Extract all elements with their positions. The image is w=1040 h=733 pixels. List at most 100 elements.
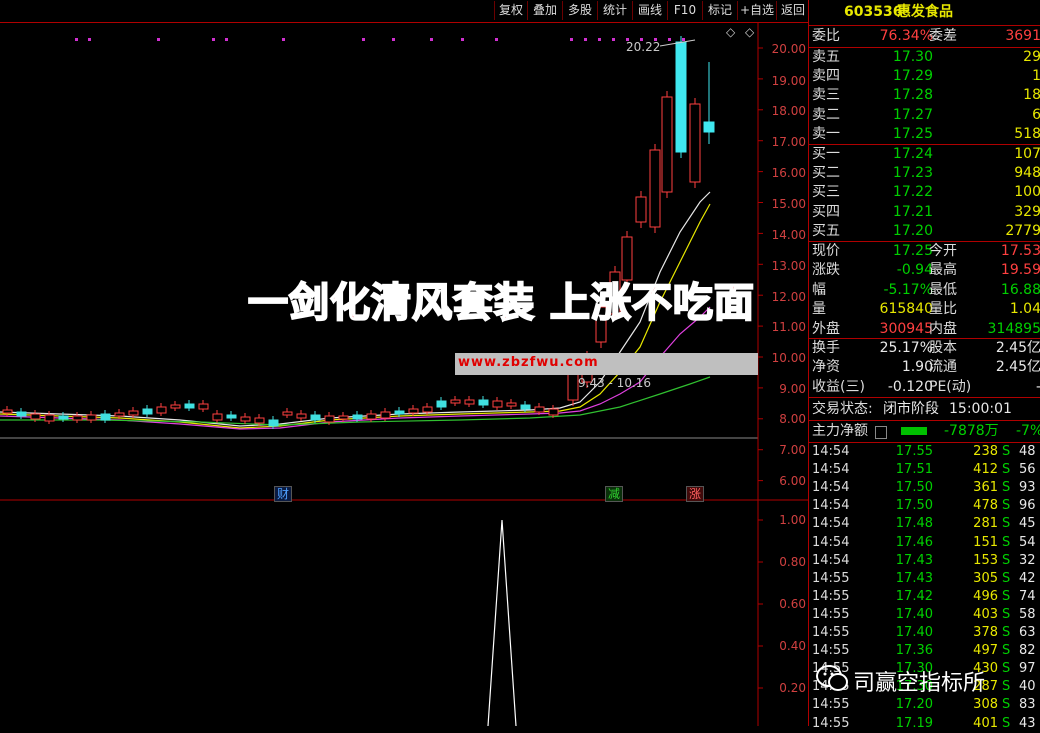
- tick-price: 17.46: [895, 534, 933, 550]
- tick-side: S: [1002, 606, 1011, 622]
- promo-headline: 一剑化清风套装 上涨不吃面: [247, 279, 755, 327]
- tick-row[interactable]: 14:54 17.46 151 S 54: [809, 534, 1040, 552]
- tick-count: 83: [1019, 697, 1036, 713]
- event-tag-reduce[interactable]: 减: [605, 486, 624, 502]
- tick-row[interactable]: 14:55 17.42 496 S 74: [809, 588, 1040, 606]
- f10-button[interactable]: F10: [667, 1, 702, 20]
- tick-time: 14:55: [812, 625, 850, 640]
- quote-label: 内盘: [929, 320, 957, 337]
- candle-body: [240, 416, 251, 422]
- ask-price: 17.25: [892, 125, 933, 142]
- tick-row[interactable]: 14:55 17.40 378 S 63: [809, 624, 1040, 642]
- candle-body: [649, 149, 661, 228]
- tick-count: 96: [1019, 498, 1036, 514]
- price-tick: 11.00: [771, 320, 806, 334]
- ask-row[interactable]: 卖五 17.30 29: [809, 48, 1040, 67]
- candle-body: [128, 410, 139, 416]
- ask-price: 17.28: [892, 87, 933, 104]
- flow-menu-icon[interactable]: [875, 426, 887, 439]
- tick-row[interactable]: 14:54 17.50 478 S 96: [809, 497, 1040, 515]
- quote-value: 300945: [879, 320, 933, 337]
- tick-volume: 401: [973, 715, 998, 731]
- draw-line-button[interactable]: 画线: [632, 1, 667, 20]
- quote-label: 外盘: [812, 320, 840, 337]
- candle-body: [2, 409, 13, 414]
- ask-row[interactable]: 卖三 17.28 18: [809, 86, 1040, 105]
- order-ratio-label: 委比: [812, 28, 840, 44]
- candle-body: [352, 414, 363, 420]
- order-diff-value: 3691: [1005, 28, 1040, 44]
- signal-dot: [682, 38, 685, 41]
- quote-row: 涨跌 -0.94 最高 19.59: [809, 261, 1040, 280]
- multi-stock-button[interactable]: 多股: [562, 1, 597, 20]
- tick-side: S: [1002, 498, 1011, 514]
- bid-row[interactable]: 买二 17.23 948: [809, 164, 1040, 183]
- event-tag-rise[interactable]: 涨: [686, 486, 705, 502]
- fund-value: 2.45亿: [995, 359, 1040, 376]
- event-tag-finance[interactable]: 财: [274, 486, 293, 502]
- add-watchlist-button[interactable]: +自选: [737, 1, 776, 20]
- fund-value: 25.17%: [879, 340, 933, 356]
- candle-body: [254, 417, 265, 424]
- tick-row[interactable]: 14:55 17.43 305 S 42: [809, 570, 1040, 588]
- price-tick: 16.00: [771, 166, 806, 180]
- tick-row[interactable]: 14:54 17.48 281 S 45: [809, 515, 1040, 533]
- bid-row[interactable]: 买四 17.21 329: [809, 203, 1040, 222]
- tick-volume: 378: [973, 625, 998, 640]
- indicator-tick: 0.40: [779, 639, 806, 653]
- tick-row[interactable]: 14:54 17.50 361 S 93: [809, 479, 1040, 497]
- fund-value: -0.120: [887, 378, 933, 395]
- signal-dot: [612, 38, 615, 41]
- bid-label: 买五: [812, 222, 840, 239]
- candle-body: [198, 403, 209, 410]
- ask-row[interactable]: 卖一 17.25 518: [809, 125, 1040, 144]
- tick-volume: 305: [973, 570, 998, 586]
- quote-label: 量: [812, 301, 826, 318]
- tick-time: 14:54: [812, 462, 850, 478]
- indicator-spike: [487, 519, 517, 726]
- ask-row[interactable]: 卖四 17.29 1: [809, 67, 1040, 86]
- ask-label: 卖二: [812, 106, 840, 123]
- tick-row[interactable]: 14:55 17.40 403 S 58: [809, 606, 1040, 624]
- back-button[interactable]: 返回: [776, 1, 809, 20]
- candle-body: [450, 399, 461, 404]
- candle-body: [675, 41, 687, 153]
- statistics-button[interactable]: 统计: [597, 1, 632, 20]
- tick-side: S: [1002, 444, 1011, 459]
- candle-body: [30, 413, 41, 420]
- tick-price: 17.51: [895, 462, 933, 478]
- candle-body: [212, 413, 223, 421]
- bid-row[interactable]: 买五 17.20 2779: [809, 222, 1040, 241]
- main-flow-row[interactable]: 主力净额 -7878万 -7%: [809, 422, 1040, 441]
- high-marker: ◇ ◇: [659, 25, 755, 47]
- mark-button[interactable]: 标记: [702, 1, 737, 20]
- indicator-tick: 0.20: [779, 681, 806, 695]
- quote-value: 19.59: [1000, 262, 1040, 279]
- tick-side: S: [1002, 516, 1011, 532]
- tick-count: 54: [1019, 534, 1036, 550]
- tick-row[interactable]: 14:54 17.55 238 S 48: [809, 443, 1040, 461]
- tick-time: 14:54: [812, 552, 850, 568]
- tick-row[interactable]: 14:55 17.19 401 S 43: [809, 715, 1040, 733]
- ask-row[interactable]: 卖二 17.27 6: [809, 106, 1040, 125]
- tick-row[interactable]: 14:54 17.43 153 S 32: [809, 552, 1040, 570]
- fund-value: 2.45亿: [995, 340, 1040, 356]
- tick-time: 14:54: [812, 444, 850, 459]
- fund-label: 流通: [929, 359, 957, 376]
- price-tick: 20.00: [771, 42, 806, 56]
- overlay-button[interactable]: 叠加: [527, 1, 562, 20]
- restore-rights-button[interactable]: 复权: [494, 1, 527, 20]
- tick-count: 48: [1019, 444, 1036, 459]
- candle-body: [661, 96, 673, 193]
- tick-row[interactable]: 14:55 17.20 308 S 83: [809, 696, 1040, 714]
- candle-body: [170, 404, 181, 409]
- tick-row[interactable]: 14:54 17.51 412 S 56: [809, 461, 1040, 479]
- bid-label: 买三: [812, 184, 840, 201]
- signal-dot: [362, 38, 365, 41]
- bid-row[interactable]: 买一 17.24 107: [809, 145, 1040, 164]
- tick-row[interactable]: 14:55 17.36 497 S 82: [809, 642, 1040, 660]
- bid-price: 17.20: [892, 222, 933, 239]
- fund-row: 收益(三)-0.120PE(动)-: [809, 378, 1040, 397]
- candle-body: [226, 414, 237, 419]
- bid-row[interactable]: 买三 17.22 100: [809, 183, 1040, 202]
